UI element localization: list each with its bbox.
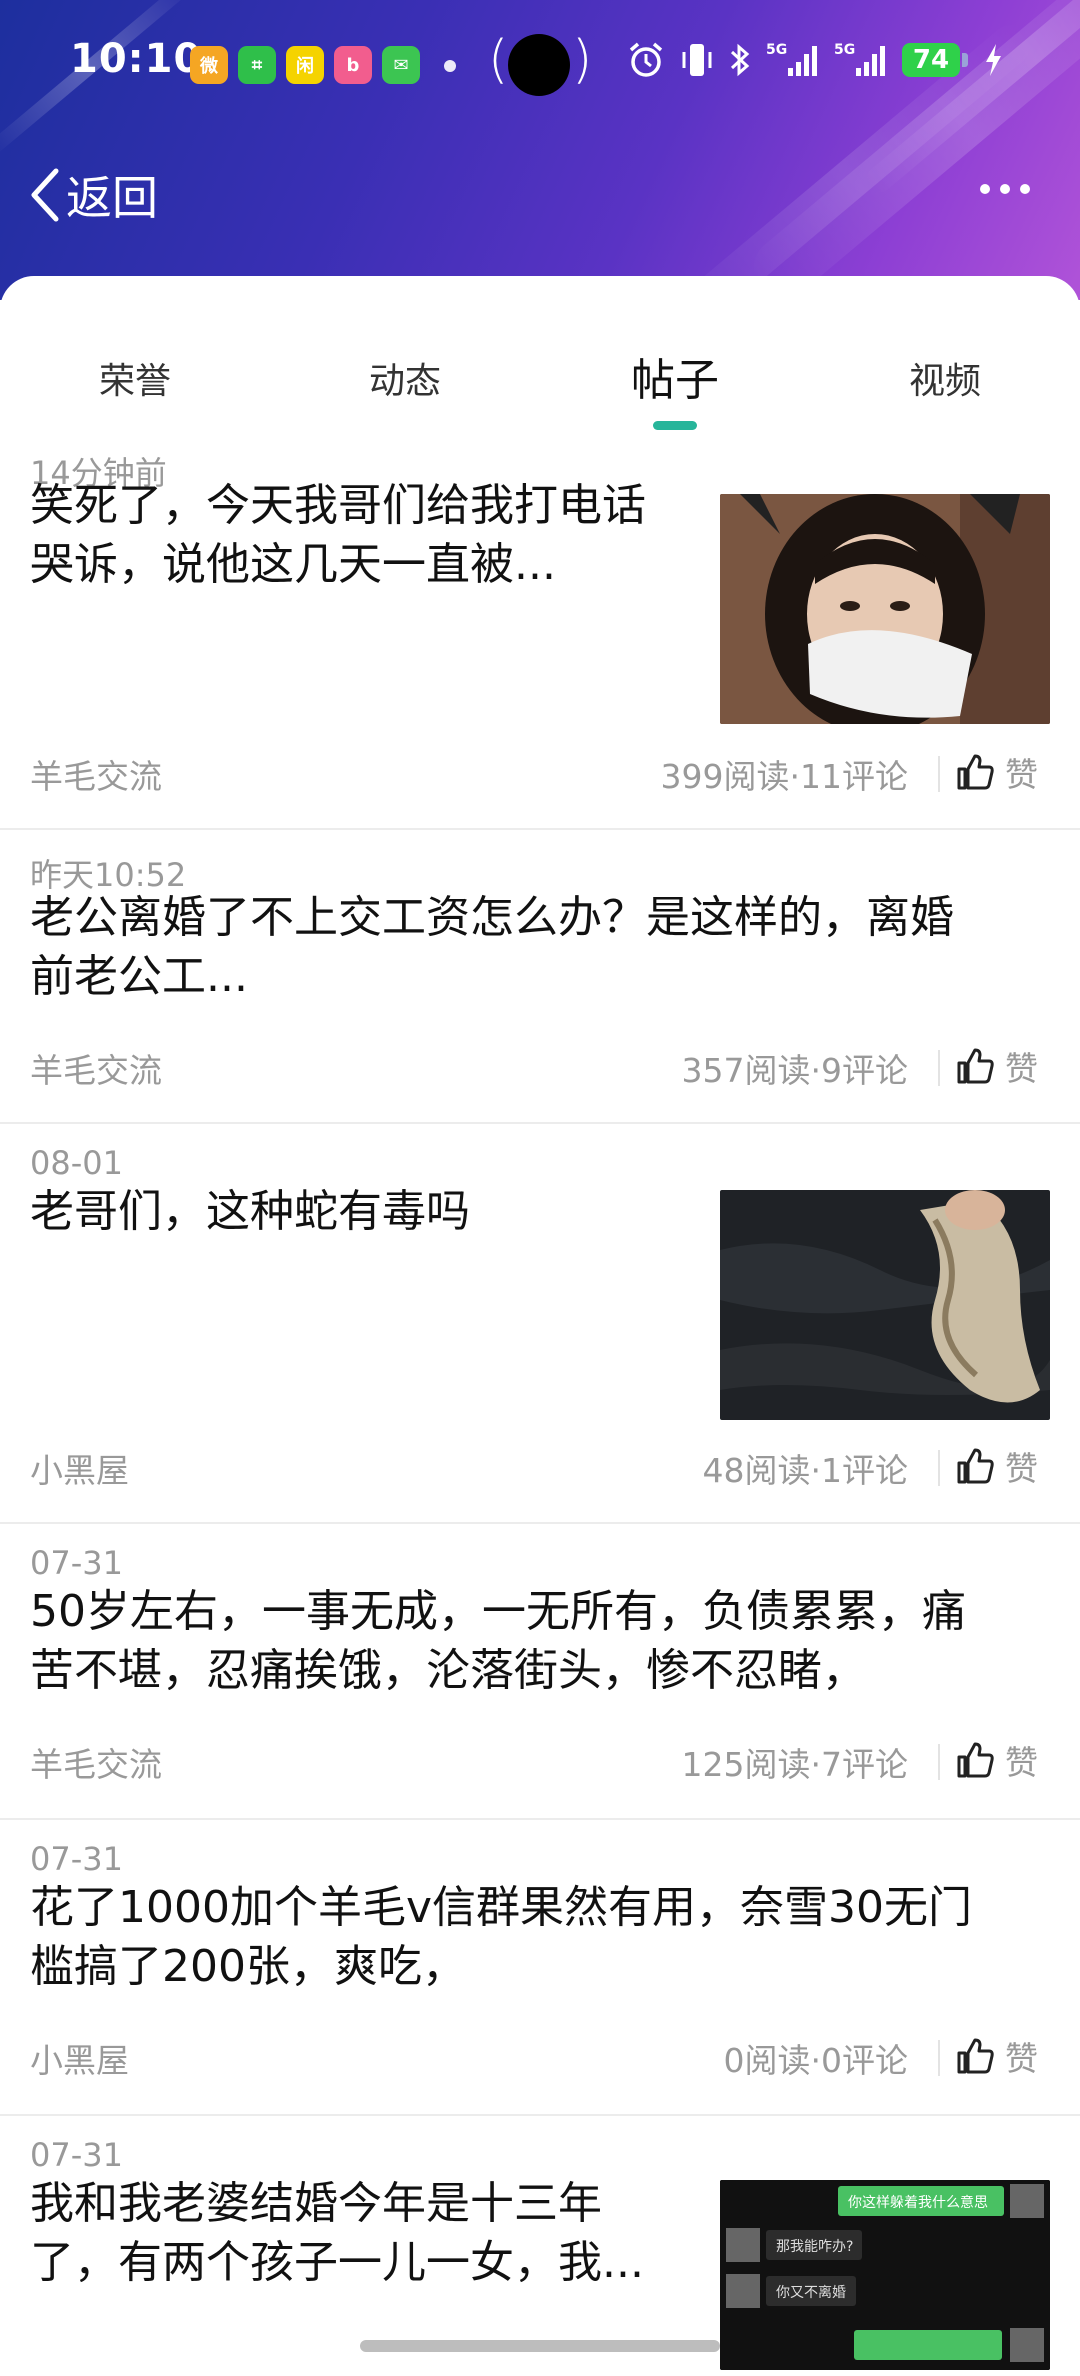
post-category[interactable]: 羊毛交流 [30,1738,162,1786]
post-footer: 小黑屋 48阅读·1评论 赞 [0,1440,1080,1490]
post-stats: 357阅读·9评论 [681,1051,908,1090]
camera-bracket-left: ( [488,30,509,90]
post-title: 老公离婚了不上交工资怎么办？是这样的，离婚 前老公工... [30,892,954,1002]
post-category[interactable]: 羊毛交流 [30,750,162,798]
signal-icon-sim2: 5G [834,42,885,76]
post-stats: 125阅读·7评论 [681,1745,908,1784]
thumbs-up-icon [957,2038,994,2074]
bilibili-icon: b [334,46,372,84]
camera-bracket-right: ) [572,30,593,90]
nav-bar: 返回 [0,150,1080,240]
post-footer: 羊毛交流 125阅读·7评论 赞 [0,1734,1080,1784]
post-footer: 羊毛交流 399阅读·11评论 赞 [0,746,1080,796]
alarm-icon [629,42,663,77]
post-item[interactable]: 07-31 我和我老婆结婚今年是十三年 了，有两个孩子一儿一女，我... 你这样… [0,2116,1080,2376]
status-time: 10:10 [70,36,203,82]
system-icons: 5G 5G 74 [626,40,1004,80]
charging-icon [986,44,1001,76]
svg-text:你又不离婚: 你又不离婚 [776,2284,846,2301]
post-title: 老哥们，这种蛇有毒吗 [30,1186,470,1237]
like-button[interactable]: 赞 [955,1736,1038,1784]
more-notifications-dot [444,60,456,72]
like-button[interactable]: 赞 [955,1042,1038,1090]
tab-activity[interactable]: 动态 [369,352,441,404]
battery-indicator: 74 [902,43,968,77]
post-item[interactable]: 14分钟前 笑死了，今天我哥们给我打电话 哭诉，说他这几天一直被... 羊毛交流… [0,446,1080,830]
post-category[interactable]: 羊毛交流 [30,1044,162,1092]
notification-app-icons: 微 ⌗ 闲 b ✉ [190,46,420,84]
tab-videos[interactable]: 视频 [909,352,981,404]
thumbs-up-icon [957,1742,994,1778]
post-item[interactable]: 08-01 老哥们，这种蛇有毒吗 小黑屋 48阅读·1评论 赞 [0,1124,1080,1524]
post-time: 07-31 [30,2136,123,2174]
tab-posts[interactable]: 帖子 [631,344,719,408]
signal-icon-sim1: 5G [766,42,817,76]
post-item[interactable]: 07-31 50岁左右，一事无成，一无所有，负债累累，痛 苦不堪，忍痛挨饿，沦落… [0,1524,1080,1820]
like-button[interactable]: 赞 [955,1442,1038,1490]
post-category[interactable]: 小黑屋 [30,1444,129,1492]
like-label: 赞 [1005,1049,1038,1088]
svg-text:5G: 5G [766,42,787,58]
content-sheet: 荣誉 动态 帖子 视频 14分钟前 笑死了，今天我哥们给我打电话 哭诉，说他这几… [0,276,1080,2376]
back-button[interactable]: 返回 [28,162,158,228]
back-label: 返回 [66,171,158,225]
weibo-icon: 微 [190,46,228,84]
like-button[interactable]: 赞 [955,2032,1038,2080]
more-options-button[interactable] [980,184,1030,194]
header-background: 10:10 微 ⌗ 闲 b ✉ ( ) 5G 5G 74 返回 [0,0,1080,300]
like-label: 赞 [1005,2039,1038,2078]
post-footer: 羊毛交流 357阅读·9评论 赞 [0,1040,1080,1090]
tab-bar: 荣誉 动态 帖子 视频 [0,276,1080,436]
post-item[interactable]: 昨天10:52 老公离婚了不上交工资怎么办？是这样的，离婚 前老公工... 羊毛… [0,830,1080,1124]
more-dots-icon [980,184,990,194]
wechat-mini-icon: ⌗ [238,46,276,84]
xianyu-icon: 闲 [286,46,324,84]
post-category[interactable]: 小黑屋 [30,2034,129,2082]
home-indicator[interactable] [360,2340,720,2352]
post-thumbnail-snake-photo[interactable] [720,1190,1050,1420]
post-item[interactable]: 07-31 花了1000加个羊毛v信群果然有用，奈雪30无门 槛搞了200张，爽… [0,1820,1080,2116]
post-stats: 48阅读·1评论 [702,1451,908,1490]
post-thumbnail-chat-screenshot[interactable]: 你这样躲着我什么意思 那我能咋办? 你又不离婚 [720,2180,1050,2370]
post-thumbnail-girl-photo[interactable] [720,494,1050,724]
chevron-left-icon [31,168,59,222]
post-title: 我和我老婆结婚今年是十三年 了，有两个孩子一儿一女，我... [30,2178,644,2288]
vibrate-icon [682,44,712,76]
post-time: 08-01 [30,1144,123,1182]
post-footer: 小黑屋 0阅读·0评论 赞 [0,2030,1080,2080]
bluetooth-icon [730,43,750,77]
svg-text:你这样躲着我什么意思: 你这样躲着我什么意思 [848,2194,988,2211]
like-label: 赞 [1005,755,1038,794]
status-bar: 10:10 微 ⌗ 闲 b ✉ ( ) 5G 5G 74 [0,0,1080,130]
thumbs-up-icon [957,1448,994,1484]
svg-text:那我能咋办?: 那我能咋办? [776,2239,853,2255]
tab-honor[interactable]: 荣誉 [99,352,171,404]
thumbs-up-icon [957,1048,994,1084]
post-title: 笑死了，今天我哥们给我打电话 哭诉，说他这几天一直被... [30,480,646,590]
post-title: 花了1000加个羊毛v信群果然有用，奈雪30无门 槛搞了200张，爽吃， [30,1882,973,1992]
like-label: 赞 [1005,1743,1038,1782]
post-title: 50岁左右，一事无成，一无所有，负债累累，痛 苦不堪，忍痛挨饿，沦落街头，惨不忍… [30,1586,966,1696]
svg-text:5G: 5G [834,42,855,58]
post-time: 07-31 [30,1544,123,1582]
thumbs-up-icon [957,754,994,790]
like-button[interactable]: 赞 [955,748,1038,796]
front-camera [508,34,570,96]
like-label: 赞 [1005,1449,1038,1488]
post-stats: 399阅读·11评论 [660,757,908,796]
messages-icon: ✉ [382,46,420,84]
battery-level: 74 [902,43,960,77]
active-tab-indicator [653,421,697,430]
post-time: 07-31 [30,1840,123,1878]
post-stats: 0阅读·0评论 [723,2041,908,2080]
